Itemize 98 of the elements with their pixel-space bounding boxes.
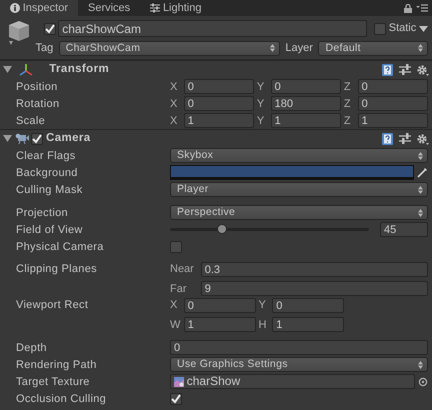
updown-arrows-icon	[418, 152, 423, 160]
number-field[interactable]: 1	[184, 113, 254, 128]
dropdown[interactable]: Use Graphics Settings	[170, 357, 428, 372]
updown-arrows-icon	[418, 360, 423, 369]
static-checkbox[interactable]	[374, 22, 386, 34]
layer-label: Layer	[285, 40, 313, 56]
property-label: Physical Camera	[16, 240, 105, 254]
component-title: Camera	[46, 131, 91, 146]
axis-label: Z	[344, 96, 352, 112]
number-field[interactable]: 0	[272, 298, 344, 313]
property-label: Culling Mask	[16, 182, 84, 198]
property-label: Clipping Planes	[16, 262, 98, 278]
dropdown-triangle-icon[interactable]	[419, 26, 428, 32]
number-field[interactable]: 9	[200, 281, 428, 296]
help-book-icon[interactable]	[382, 132, 394, 145]
property-label: Field of View	[16, 222, 84, 238]
preset-sliders-icon[interactable]	[398, 64, 411, 76]
updown-arrows-icon	[418, 208, 423, 217]
cube-icon	[8, 20, 30, 46]
text-field[interactable]: 0	[170, 340, 428, 356]
gear-icon[interactable]	[416, 132, 430, 145]
tab[interactable]: Services	[78, 0, 140, 16]
updown-arrows-icon	[418, 186, 423, 194]
tag-dropdown[interactable]: CharShowCam	[58, 40, 280, 56]
checkmark-icon	[171, 394, 181, 404]
number-field[interactable]: 180	[270, 96, 342, 112]
property-label: Rotation	[16, 96, 60, 112]
checkbox[interactable]	[170, 240, 182, 253]
active-checkbox[interactable]	[44, 22, 56, 34]
info-icon	[10, 3, 20, 13]
lock-icon[interactable]	[404, 4, 412, 12]
tab[interactable]: Inspector	[0, 0, 78, 16]
number-field[interactable]: 0	[184, 96, 254, 112]
property-label: Target Texture	[16, 374, 91, 390]
checkmark-icon	[44, 24, 54, 34]
help-book-icon[interactable]	[382, 64, 394, 76]
enabled-checkbox[interactable]	[31, 132, 44, 145]
foldout-triangle-icon[interactable]	[2, 65, 12, 74]
axis-label: X	[170, 80, 178, 94]
eyedropper-icon[interactable]	[417, 167, 428, 178]
property-label: Rendering Path	[16, 358, 98, 372]
number-field[interactable]: 1	[358, 113, 428, 128]
gear-icon[interactable]	[416, 64, 430, 76]
number-field[interactable]: 0	[184, 298, 256, 313]
updown-arrows-icon	[270, 44, 275, 52]
menu-icon[interactable]	[416, 4, 428, 12]
number-field[interactable]: 1	[184, 317, 256, 332]
number-field[interactable]: 45	[380, 222, 428, 238]
number-field[interactable]: 0	[184, 79, 254, 94]
camera-icon	[14, 133, 28, 144]
axis-label: X	[170, 298, 178, 314]
property-label: Viewport Rect	[16, 298, 90, 314]
object-field[interactable]: charShow	[170, 374, 416, 390]
number-field[interactable]: 1	[272, 317, 344, 332]
texture-icon	[174, 376, 184, 387]
layer-dropdown[interactable]: Default	[318, 40, 428, 56]
tab[interactable]: Lighting	[140, 0, 212, 16]
object-picker-icon[interactable]	[418, 376, 428, 387]
axis-label: Y	[256, 114, 266, 128]
axis-label: W	[170, 318, 181, 332]
property-label: Projection	[16, 206, 69, 220]
color-field[interactable]	[170, 165, 414, 180]
static-label: Static	[388, 21, 416, 36]
property-label: Position	[16, 80, 59, 94]
number-field[interactable]: 0	[358, 96, 428, 112]
axis-label: Z	[344, 114, 352, 128]
tag-label: Tag	[36, 40, 54, 56]
updown-arrows-icon	[418, 44, 423, 52]
number-field[interactable]: 0	[358, 79, 428, 94]
foldout-triangle-icon[interactable]	[2, 134, 12, 144]
number-field[interactable]: 0	[270, 79, 342, 94]
sliders-icon	[150, 3, 160, 13]
axis-label: Y	[256, 96, 266, 112]
dropdown[interactable]: Perspective	[170, 205, 428, 220]
checkmark-icon	[32, 134, 42, 144]
property-label: Depth	[16, 340, 48, 356]
property-label: Background	[16, 166, 79, 180]
axis-label: Z	[344, 80, 352, 94]
name-field[interactable]: charShowCam	[58, 20, 368, 37]
axis-label: X	[170, 114, 178, 128]
axes-icon	[18, 62, 32, 77]
preset-sliders-icon[interactable]	[398, 132, 411, 145]
axis-label: Far	[170, 282, 188, 296]
property-label: Occlusion Culling	[16, 392, 108, 406]
dropdown[interactable]: Skybox	[170, 148, 428, 164]
property-label: Scale	[16, 114, 46, 128]
number-field[interactable]: 0.3	[200, 262, 428, 277]
axis-label: Y	[256, 80, 266, 94]
component-title: Transform	[49, 62, 110, 78]
axis-label: Y	[258, 298, 267, 314]
checkbox[interactable]	[170, 392, 182, 405]
property-label: Clear Flags	[16, 148, 77, 164]
number-field[interactable]: 1	[270, 113, 342, 128]
axis-label: Near	[170, 262, 195, 278]
dropdown[interactable]: Player	[170, 182, 428, 198]
slider-thumb[interactable]	[216, 224, 227, 234]
axis-label: H	[258, 318, 268, 332]
axis-label: X	[170, 96, 178, 112]
